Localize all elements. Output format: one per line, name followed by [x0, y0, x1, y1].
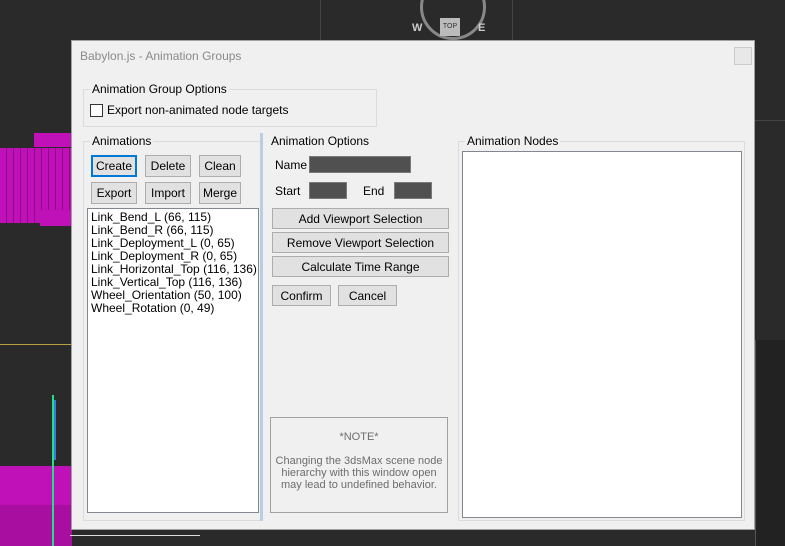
animations-label: Animations [90, 134, 154, 148]
delete-button[interactable]: Delete [145, 155, 191, 177]
note-text: Changing the 3dsMax scene node hierarchy… [275, 455, 443, 491]
animations-list[interactable]: Link_Bend_L (66, 115) Link_Bend_R (66, 11… [87, 208, 259, 513]
name-input[interactable] [309, 156, 411, 173]
start-label: Start [275, 184, 301, 198]
add-viewport-selection-button[interactable]: Add Viewport Selection [272, 208, 449, 229]
remove-viewport-selection-button[interactable]: Remove Viewport Selection [272, 232, 449, 253]
calculate-time-range-button[interactable]: Calculate Time Range [272, 256, 449, 277]
export-button[interactable]: Export [91, 182, 137, 204]
grid-line [512, 0, 513, 40]
window-title: Babylon.js - Animation Groups [80, 49, 242, 63]
model-part [40, 210, 72, 226]
end-input[interactable] [394, 182, 432, 199]
viewcube[interactable]: TOP W E [412, 0, 486, 42]
animations-box: Animations Create Delete Clean Export Im… [83, 134, 263, 521]
end-label: End [363, 184, 385, 198]
viewcube-top-face[interactable]: TOP [440, 18, 460, 36]
close-button[interactable] [734, 47, 752, 65]
group-options-box: Animation Group Options Export non-anima… [83, 82, 377, 127]
merge-button[interactable]: Merge [199, 182, 241, 204]
create-button[interactable]: Create [91, 155, 137, 177]
animation-nodes-tree[interactable] [462, 151, 742, 518]
import-button[interactable]: Import [145, 182, 191, 204]
title-bar[interactable]: Babylon.js - Animation Groups [72, 41, 754, 71]
grid-line [320, 0, 321, 40]
viewcube-west-label: W [412, 22, 423, 34]
animation-list-item[interactable]: Wheel_Rotation (0, 49) [88, 302, 258, 315]
viewcube-east-label: E [478, 22, 486, 34]
viewport-panel [755, 340, 785, 546]
model-part [0, 505, 72, 546]
confirm-button[interactable]: Confirm [272, 285, 331, 306]
group-options-label: Animation Group Options [90, 82, 229, 96]
axis-z [54, 400, 56, 460]
viewport-border [0, 344, 72, 345]
name-label: Name [275, 158, 308, 172]
panel-splitter[interactable] [260, 133, 263, 521]
model-part [34, 133, 72, 147]
note-box: *NOTE* Changing the 3dsMax scene node hi… [270, 417, 448, 513]
export-non-animated-checkbox[interactable] [90, 104, 103, 117]
grid-line [755, 120, 785, 121]
animation-nodes-label: Animation Nodes [465, 134, 561, 148]
export-non-animated-label[interactable]: Export non-animated node targets [107, 103, 288, 117]
animation-options-label: Animation Options [269, 134, 372, 148]
note-title: *NOTE* [339, 431, 379, 443]
animation-nodes-box: Animation Nodes [458, 134, 745, 521]
clean-button[interactable]: Clean [199, 155, 241, 177]
axis-line [70, 535, 200, 536]
cancel-button[interactable]: Cancel [338, 285, 397, 306]
animation-groups-dialog: Babylon.js - Animation Groups Animation … [71, 40, 755, 530]
start-input[interactable] [309, 182, 347, 199]
